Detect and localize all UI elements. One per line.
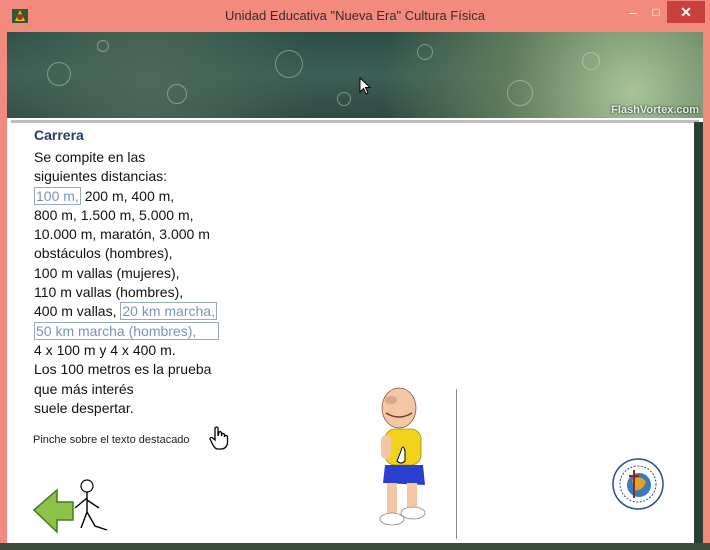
hand-pointer-icon	[209, 426, 229, 450]
stage-edge	[694, 122, 703, 543]
school-seal-logo	[612, 458, 664, 510]
app-window: Unidad Educativa "Nueva Era" Cultura Fís…	[0, 0, 710, 550]
minimize-button[interactable]: –	[620, 3, 646, 23]
text-line: suele despertar.	[34, 399, 134, 416]
text-line: obstáculos (hombres),	[34, 245, 173, 262]
link-100m[interactable]: 100 m,	[34, 186, 81, 205]
maximize-button[interactable]: □	[646, 3, 666, 23]
text-line: que más interés	[34, 380, 134, 397]
bubble-decoration	[507, 80, 533, 106]
link-50km-marcha[interactable]: 50 km marcha (hombres),	[34, 321, 220, 340]
flash-stage: FlashVortex.com Carrera Se compite en la…	[7, 32, 703, 543]
bubble-decoration	[337, 92, 351, 106]
text-line: 400 m vallas, 20 km marcha,	[34, 302, 244, 321]
vertical-divider	[456, 389, 457, 539]
text-line: 100 m vallas (mujeres),	[34, 264, 180, 281]
window-title: Unidad Educativa "Nueva Era" Cultura Fís…	[225, 8, 485, 23]
text-line: 50 km marcha (hombres),	[34, 321, 244, 341]
bottom-frame	[0, 543, 710, 550]
bubble-decoration	[582, 52, 600, 70]
hint-text: Pinche sobre el texto destacado	[33, 434, 190, 446]
text-segment: 400 m vallas,	[34, 303, 117, 320]
header-banner: FlashVortex.com	[7, 32, 703, 118]
close-button[interactable]: ✕	[667, 1, 705, 23]
mouse-pointer-icon	[359, 77, 371, 95]
text-line: siguientes distancias:	[34, 168, 168, 185]
bubble-decoration	[275, 50, 303, 78]
runner-animation[interactable]	[367, 383, 437, 533]
description-text: Se compite en las siguientes distancias:…	[34, 148, 244, 418]
content-area: Carrera Se compite en las siguientes dis…	[7, 123, 694, 543]
page-title: Carrera	[34, 127, 84, 143]
text-line: 100 m, 200 m, 400 m,	[34, 186, 244, 206]
text-line: Se compite en las	[34, 149, 146, 165]
bubble-decoration	[167, 84, 187, 104]
bubble-decoration	[97, 40, 109, 52]
text-line: 110 m vallas (hombres),	[34, 284, 184, 301]
link-20km-marcha[interactable]: 20 km marcha,	[120, 302, 217, 321]
text-line: Los 100 metros es la prueba	[34, 361, 212, 378]
bubble-decoration	[417, 44, 433, 60]
text-line: 4 x 100 m y 4 x 400 m.	[34, 341, 176, 358]
text-segment: 200 m, 400 m,	[80, 187, 175, 204]
bubble-decoration	[47, 62, 71, 86]
banner-watermark: FlashVortex.com	[611, 104, 699, 116]
title-bar[interactable]: Unidad Educativa "Nueva Era" Cultura Fís…	[0, 0, 710, 32]
back-arrow-button[interactable]	[29, 478, 119, 538]
text-line: 10.000 m, maratón, 3.000 m	[34, 226, 210, 243]
text-line: 800 m, 1.500 m, 5.000 m,	[34, 206, 194, 223]
